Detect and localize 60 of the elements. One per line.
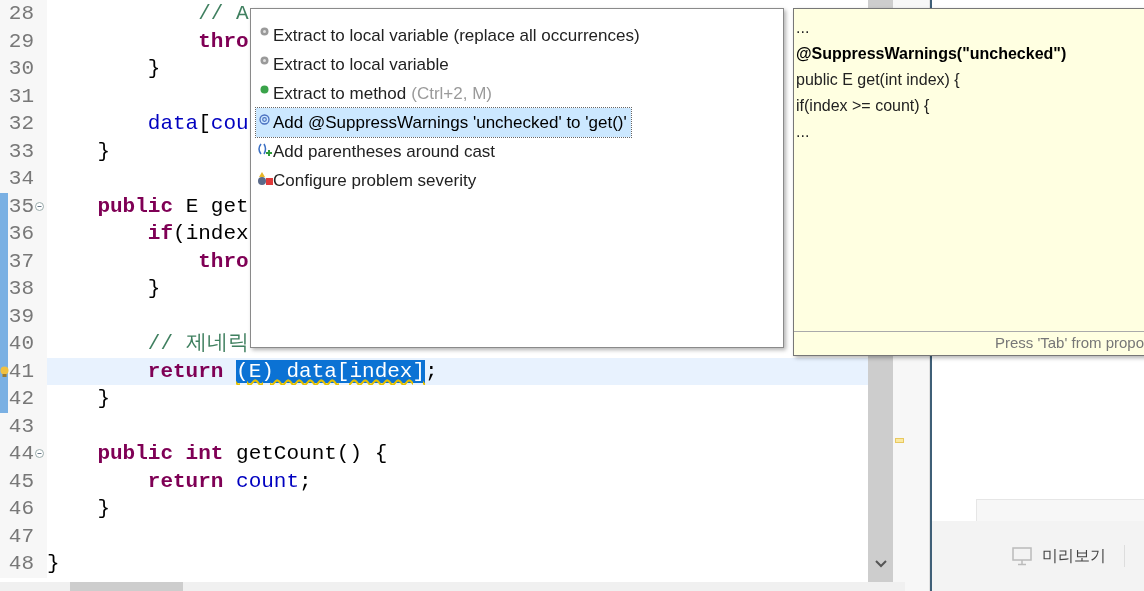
code-line: } [146,57,161,80]
line-number: 40 [8,331,34,357]
quick-fix-item[interactable]: Add parentheses around cast [256,137,500,166]
line-number: 35 [8,193,34,220]
quick-fix-item[interactable]: Extract to method (Ctrl+2, M) [256,79,496,108]
fold-toggle-icon[interactable] [35,449,44,459]
line-number: 41 [8,358,34,385]
line-number: 33 [8,138,34,165]
severity-config-icon [256,172,273,186]
code-line: // A [197,2,249,25]
line-number: 36 [8,221,34,247]
preview-line: public E get(int index) { [796,70,960,90]
code-line: if(index [146,222,249,245]
quick-fix-item[interactable]: Extract to local variable [256,50,453,79]
line-number: 32 [8,111,34,137]
quick-fix-item[interactable]: Extract to local variable (replace all occurrences) [256,21,644,50]
line-number: 47 [8,523,34,550]
line-number: 39 [8,303,34,330]
code-line: public E get [96,194,249,218]
local-variable-icon [260,27,269,36]
code-line: } [96,497,110,520]
method-icon [260,85,269,94]
preview-line: if(index >= count) { [796,96,930,116]
chevron-down-icon[interactable] [874,560,887,568]
monitor-icon [1012,546,1032,566]
quick-fix-item[interactable]: Configure problem severity [256,166,481,195]
at-sign-icon [259,114,270,125]
code-line: data[cou [146,112,249,135]
parentheses-plus-icon [256,143,273,157]
line-number: 45 [8,468,34,495]
preview-line: ... [796,18,810,38]
line-number: 37 [8,248,34,275]
line-number: 42 [8,386,34,412]
line-number: 48 [8,551,34,577]
local-variable-icon [260,56,269,65]
preview-line: @SuppressWarnings("unchecked") [796,44,1067,64]
line-number: 34 [8,166,34,192]
code-line: public int getCount() { [96,442,388,465]
line-number: 46 [8,496,34,522]
line-number: 44 [8,441,34,467]
preview-line: ... [796,122,810,142]
horizontal-scrollbar-thumb[interactable] [70,582,183,591]
code-line: } [146,277,161,300]
line-number: 43 [8,413,34,440]
code-line: thro [197,249,249,273]
quick-fix-item[interactable]: Add @SuppressWarnings 'unchecked' to 'get()' [256,108,631,137]
line-number: 38 [8,276,34,302]
line-number: 28 [8,1,34,27]
preview-button[interactable]: 미리보기 [1012,544,1106,568]
fold-toggle-icon[interactable] [35,201,44,211]
code-line: // 제네릭 [146,332,249,355]
line-number: 31 [8,83,34,110]
tooltip-hint: Press 'Tab' from propo [994,333,1144,354]
code-line: } [47,552,60,575]
code-line: thro [197,29,249,53]
line-number: 29 [8,28,34,55]
line-number: 30 [8,56,34,82]
code-line: } [96,139,110,163]
code-line: return count; [146,469,312,493]
code-line: } [96,387,110,410]
